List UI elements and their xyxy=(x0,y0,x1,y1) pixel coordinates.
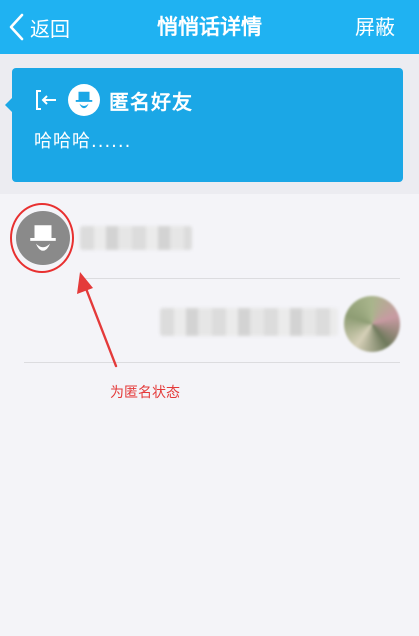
blurred-message-preview xyxy=(160,308,338,336)
row-divider xyxy=(24,362,400,363)
user-avatar[interactable] xyxy=(344,296,400,352)
annotation-highlight-circle xyxy=(10,203,74,273)
block-button[interactable]: 屏蔽 xyxy=(355,0,395,54)
blurred-username xyxy=(80,226,192,250)
anonymous-avatar-icon xyxy=(68,84,100,116)
sender-name: 匿名好友 xyxy=(109,89,193,114)
row-divider xyxy=(82,278,400,279)
exit-icon xyxy=(36,90,56,110)
message-header: 匿名好友 xyxy=(34,83,193,117)
nav-bar: 返回 悄悄话详情 屏蔽 xyxy=(0,0,419,54)
whisper-message-bubble[interactable]: 匿名好友 哈哈哈...... xyxy=(5,68,403,182)
message-text: 哈哈哈...... xyxy=(34,131,132,152)
annotation-label: 为匿名状态 xyxy=(110,385,180,401)
